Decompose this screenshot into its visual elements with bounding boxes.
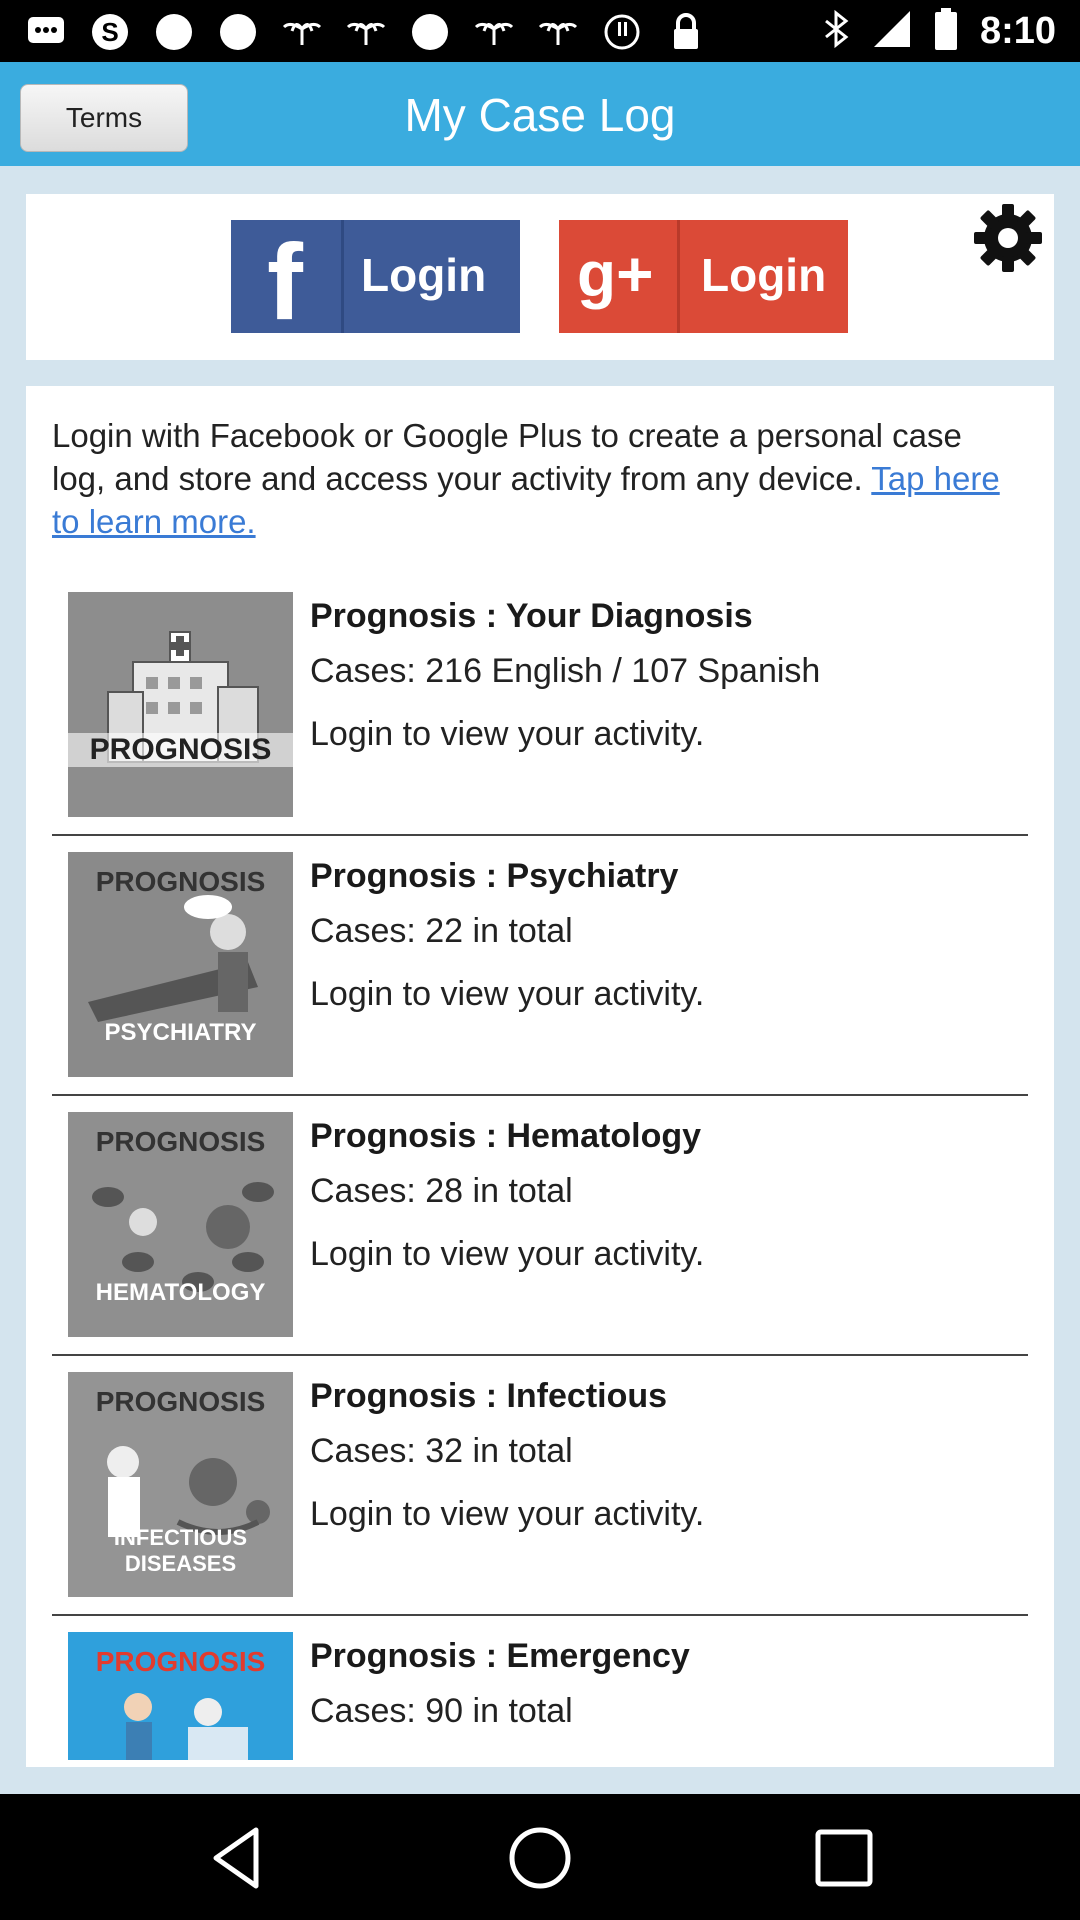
sync-icon: S — [88, 10, 132, 54]
thumbnail-label: HEMATOLOGY — [95, 1279, 266, 1306]
hospital-icon — [107, 631, 259, 763]
list-item[interactable]: PROGNOSIS PSYCHIATRY Prognosis : Psychia… — [52, 836, 1028, 1096]
list-item[interactable]: PROGNOSIS Prognosis : Your Diagnosis Cas… — [52, 576, 1028, 836]
google-plus-icon: g+ — [577, 238, 654, 310]
case-title: Prognosis : Infectious — [310, 1377, 668, 1415]
clock: 8:10 — [979, 10, 1056, 52]
intro-text: Login with Facebook or Google Plus to cr… — [52, 414, 1012, 543]
list-item[interactable]: PROGNOSIS HEMATOLOGY Prognosis : Hematol… — [52, 1096, 1028, 1356]
case-thumbnail: PROGNOSIS HEMATOLOGY — [68, 1112, 293, 1337]
activity-status: Login to view your activity. — [310, 715, 705, 753]
alert-icon — [600, 10, 644, 54]
circle-icon — [152, 10, 196, 54]
activity-status: Login to view your activity. — [310, 975, 705, 1013]
status-bar: S 8:10 — [0, 0, 1080, 62]
signal-icon — [872, 9, 912, 54]
activity-status: Login to view your activity. — [310, 1495, 705, 1533]
list-item[interactable]: PROGNOSIS Prognosis : Emergency Cases: 9… — [52, 1616, 1028, 1767]
case-thumbnail: PROGNOSIS — [68, 592, 293, 817]
lock-icon — [664, 10, 708, 54]
intro-body: Login with Facebook or Google Plus to cr… — [52, 417, 962, 497]
palm-icon — [280, 10, 324, 54]
palm-icon — [472, 10, 516, 54]
divider — [341, 220, 344, 333]
case-thumbnail: PROGNOSIS — [68, 1632, 293, 1760]
notification-icons: S — [24, 10, 708, 54]
circle-icon — [408, 10, 452, 54]
circle-icon — [216, 10, 260, 54]
case-count: Cases: 28 in total — [310, 1172, 573, 1210]
case-thumbnail: PROGNOSIS PSYCHIATRY — [68, 852, 293, 1077]
facebook-icon: f — [267, 221, 303, 342]
case-count: Cases: 22 in total — [310, 912, 573, 950]
facebook-login-label: Login — [361, 249, 487, 301]
chat-icon — [24, 10, 68, 54]
case-title: Prognosis : Hematology — [310, 1117, 702, 1155]
activity-status: Login to view your activity. — [310, 1235, 705, 1273]
page-title: My Case Log — [404, 89, 676, 141]
palm-icon — [344, 10, 388, 54]
case-title: Prognosis : Psychiatry — [310, 857, 679, 895]
battery-icon — [934, 8, 958, 55]
palm-icon — [536, 10, 580, 54]
app-bar: Terms My Case Log — [0, 62, 1080, 166]
navigation-bar — [0, 1794, 1080, 1920]
google-plus-login-label: Login — [701, 249, 827, 301]
login-panel: f Login g+ Login — [26, 194, 1054, 360]
case-list: PROGNOSIS Prognosis : Your Diagnosis Cas… — [52, 576, 1028, 1767]
case-count: Cases: 32 in total — [310, 1432, 573, 1470]
thumbnail-title: PROGNOSIS — [95, 1126, 266, 1157]
thumbnail-label: PROGNOSIS — [68, 733, 293, 767]
thumbnail-title: PROGNOSIS — [95, 1646, 266, 1677]
home-icon[interactable] — [504, 1822, 576, 1894]
case-count: Cases: 216 English / 107 Spanish — [310, 652, 821, 690]
facebook-login-button[interactable]: f Login — [231, 220, 520, 342]
case-title: Prognosis : Emergency — [310, 1637, 690, 1675]
thumbnail-title: PROGNOSIS — [95, 1386, 266, 1417]
back-icon[interactable] — [200, 1822, 272, 1894]
google-plus-login-button[interactable]: g+ Login — [559, 220, 848, 333]
thumbnail-label: INFECTIOUS DISEASES — [113, 1525, 248, 1576]
bluetooth-icon — [822, 9, 850, 54]
thumbnail-title: PROGNOSIS — [95, 866, 266, 897]
case-thumbnail: PROGNOSIS INFECTIOUS DISEASES — [68, 1372, 293, 1597]
thumbnail-label: PSYCHIATRY — [104, 1019, 257, 1046]
gear-icon[interactable] — [972, 202, 1044, 274]
svg-text:S: S — [101, 17, 118, 47]
list-item[interactable]: PROGNOSIS INFECTIOUS DISEASES Prognosis … — [52, 1356, 1028, 1616]
recents-icon[interactable] — [808, 1822, 880, 1894]
case-count: Cases: 90 in total — [310, 1692, 573, 1730]
divider — [677, 220, 680, 333]
case-title: Prognosis : Your Diagnosis — [310, 597, 753, 635]
case-log-panel: Login with Facebook or Google Plus to cr… — [26, 386, 1054, 1767]
